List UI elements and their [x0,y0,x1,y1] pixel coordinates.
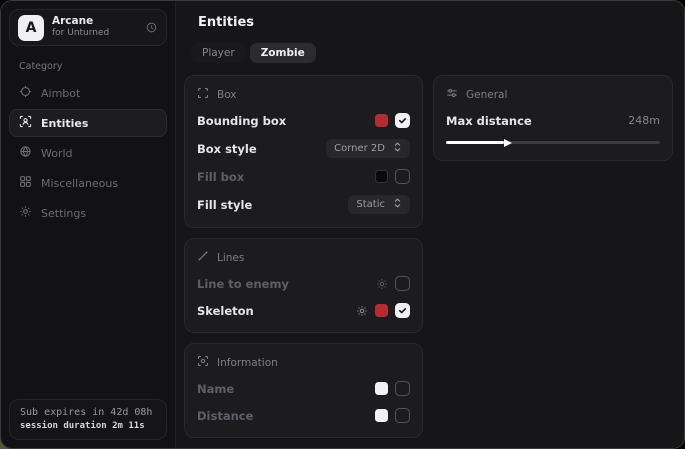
entity-tabs: Player Zombie [191,43,673,63]
setting-label: Line to enemy [197,277,289,291]
gear-icon[interactable] [356,305,368,317]
setting-label: Box style [197,142,257,156]
gear-icon[interactable] [376,278,388,290]
session-duration-text: session duration 2m 11s [20,421,156,431]
sidebar-item-label: Miscellaneous [41,177,118,190]
subscription-panel: Sub expires in 42d 08h session duration … [9,399,167,440]
box-card: Box Bounding box B [184,75,423,228]
grid-icon [19,175,32,191]
setting-row-line-to-enemy: Line to enemy [197,275,410,292]
info-scan-icon [197,355,209,370]
tab-zombie[interactable]: Zombie [250,43,316,63]
sidebar-nav: Aimbot Entities [9,79,167,227]
sub-expires-text: Sub expires in 42d 08h [20,407,156,418]
card-title: Box [217,89,237,101]
card-title: Information [217,357,278,369]
color-swatch[interactable] [375,304,388,317]
sliders-icon [446,87,458,102]
sidebar-item-entities[interactable]: Entities [9,109,167,137]
page-title: Entities [198,15,673,30]
app-logo: A [18,15,44,41]
sidebar-item-label: Settings [41,207,86,220]
setting-row-max-distance: Max distance 248m [446,112,660,129]
line-icon [197,250,209,265]
box-style-dropdown[interactable]: Corner 2D [326,139,410,158]
category-label: Category [19,61,167,72]
color-swatch[interactable] [375,382,388,395]
setting-label: Max distance [446,114,532,128]
setting-row-name: Name [197,380,410,397]
card-title: General [466,89,507,101]
checkbox-checked[interactable] [395,303,410,318]
fill-style-dropdown[interactable]: Static [348,195,410,214]
arcane-window: A Arcane for Unturned Category [0,0,685,449]
sidebar-item-aimbot[interactable]: Aimbot [9,79,167,107]
color-swatch[interactable] [375,170,388,183]
scan-icon [197,87,209,102]
tab-player[interactable]: Player [191,43,246,63]
main-panel: Entities Player Zombie [176,1,685,448]
color-swatch[interactable] [375,114,388,127]
sidebar-item-label: Aimbot [41,87,80,100]
setting-label: Name [197,382,234,396]
chevron-up-down-icon [393,198,402,211]
checkbox-unchecked[interactable] [395,408,410,423]
sidebar-item-miscellaneous[interactable]: Miscellaneous [9,169,167,197]
checkbox-checked[interactable] [395,113,410,128]
slider-fill [446,141,504,144]
sidebar: A Arcane for Unturned Category [1,1,176,448]
entities-icon [19,115,32,131]
sidebar-item-world[interactable]: World [9,139,167,167]
setting-label: Fill style [197,198,252,212]
checkbox-unchecked[interactable] [395,381,410,396]
slider-thumb[interactable] [504,139,512,147]
information-card: Information Name Distance [184,343,423,438]
sync-icon[interactable] [145,21,158,34]
app-tagline: for Unturned [52,28,109,39]
brand-card: A Arcane for Unturned [9,9,167,46]
gear-icon [19,205,32,221]
setting-label: Bounding box [197,114,286,128]
lines-card: Lines Line to enemy [184,238,423,333]
sidebar-item-settings[interactable]: Settings [9,199,167,227]
setting-row-box-style: Box style Corner 2D [197,139,410,158]
general-card: General Max distance 248m [433,75,673,161]
setting-label: Skeleton [197,304,254,318]
color-swatch[interactable] [375,409,388,422]
checkbox-unchecked[interactable] [395,169,410,184]
slider-value: 248m [628,114,660,127]
globe-icon [19,145,32,161]
setting-label: Distance [197,409,253,423]
setting-row-fill-style: Fill style Static [197,195,410,214]
setting-row-distance: Distance [197,407,410,424]
app-name: Arcane [52,15,109,28]
screen: A Arcane for Unturned Category [0,0,685,449]
crosshair-icon [19,85,32,101]
setting-row-fill-box: Fill box [197,168,410,185]
chevron-up-down-icon [393,142,402,155]
setting-row-skeleton: Skeleton [197,302,410,319]
setting-row-bounding-box: Bounding box [197,112,410,129]
setting-label: Fill box [197,170,244,184]
max-distance-slider[interactable] [446,138,660,147]
sidebar-item-label: Entities [41,117,88,130]
sidebar-item-label: World [41,147,73,160]
checkbox-unchecked[interactable] [395,276,410,291]
card-title: Lines [217,252,244,264]
